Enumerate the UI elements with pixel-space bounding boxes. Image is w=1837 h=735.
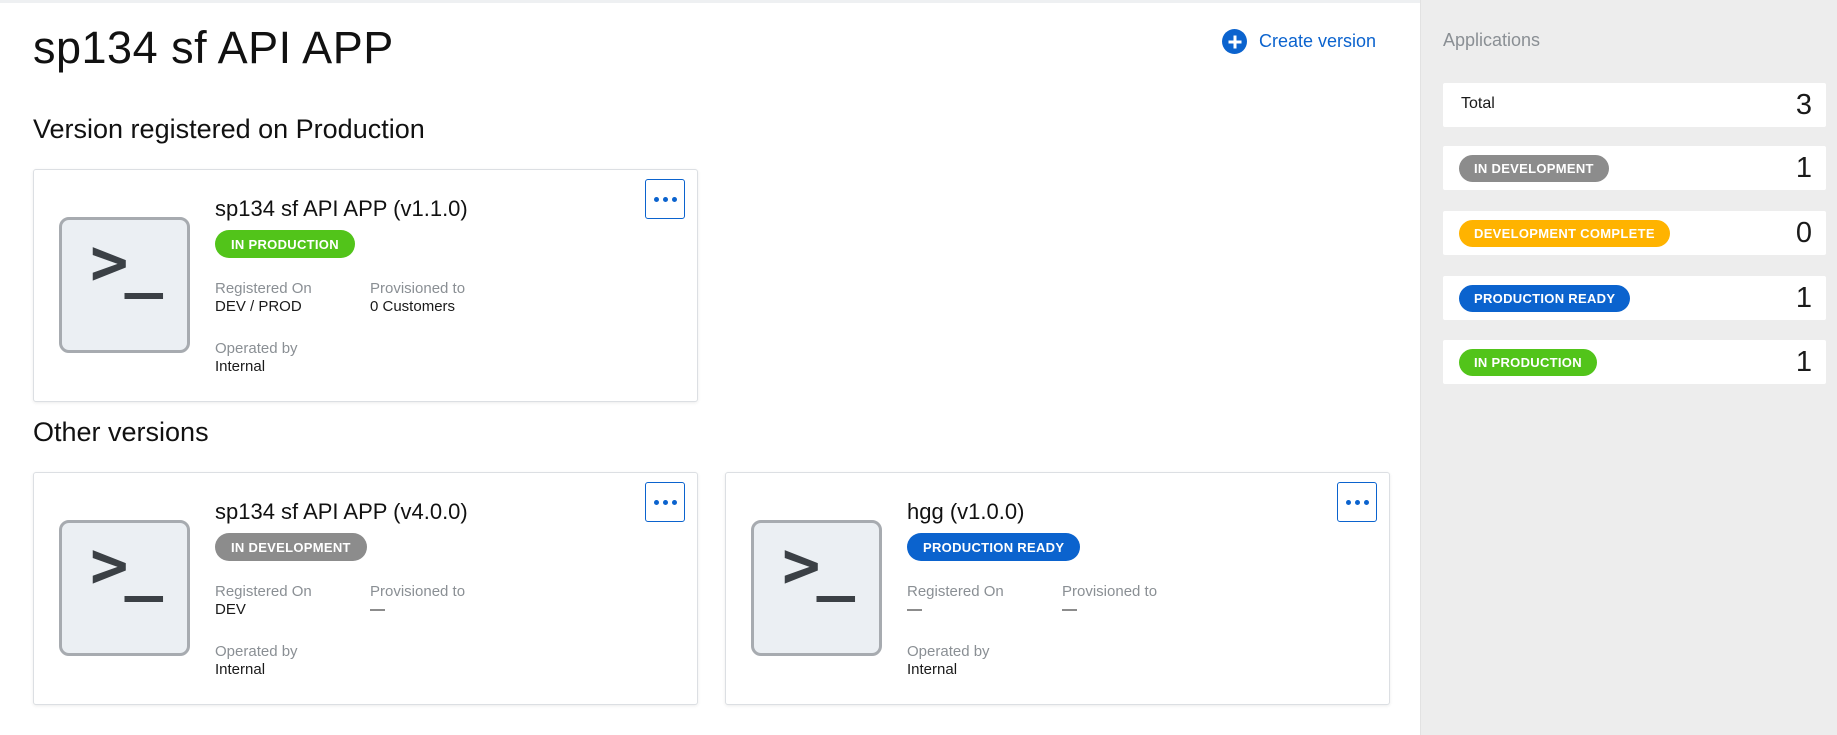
operated-by-value: Internal: [215, 358, 266, 375]
more-dot-icon: [653, 196, 659, 202]
more-dot-icon: [1345, 499, 1351, 505]
stat-row-in-development: IN DEVELOPMENT 1: [1443, 146, 1826, 190]
more-options-button[interactable]: [1337, 482, 1377, 522]
main-content: sp134 sf API APP Create version Version …: [0, 0, 1420, 735]
registered-on-label: Registered On: [215, 583, 312, 600]
more-dot-icon: [671, 196, 677, 202]
registered-on-label: Registered On: [215, 280, 312, 297]
stat-row-in-production: IN PRODUCTION 1: [1443, 340, 1826, 384]
provisioned-to-value: —: [1062, 601, 1077, 618]
stat-count: 0: [1795, 217, 1812, 249]
terminal-icon: >_: [59, 217, 190, 353]
provisioned-to-label: Provisioned to: [370, 280, 466, 297]
version-card[interactable]: >_ sp134 sf API APP (v4.0.0) IN DEVELOPM…: [33, 472, 698, 705]
stat-count: 1: [1795, 282, 1812, 314]
more-dot-icon: [1363, 499, 1369, 505]
terminal-glyph: >_: [89, 529, 163, 603]
more-dot-icon: [662, 196, 668, 202]
operated-by-value: Internal: [215, 661, 266, 678]
version-name[interactable]: sp134 sf API APP (v1.1.0): [215, 196, 468, 222]
status-badge: IN DEVELOPMENT: [215, 533, 367, 561]
status-badge: IN DEVELOPMENT: [1459, 155, 1609, 182]
terminal-glyph: >_: [89, 226, 163, 300]
total-label: Total: [1461, 95, 1495, 112]
page-title: sp134 sf API APP: [33, 22, 394, 73]
more-dot-icon: [1354, 499, 1360, 505]
create-version-label: Create version: [1259, 31, 1377, 51]
status-badge: IN PRODUCTION: [215, 230, 355, 258]
terminal-icon: >_: [59, 520, 190, 656]
stat-row-total: Total 3: [1443, 83, 1826, 127]
provisioned-to-label: Provisioned to: [1062, 583, 1158, 600]
create-version-button[interactable]: Create version: [1222, 29, 1376, 54]
production-section-title: Version registered on Production: [33, 114, 425, 144]
plus-circle-icon: [1222, 29, 1247, 54]
status-badge: DEVELOPMENT COMPLETE: [1459, 220, 1670, 247]
status-badge: PRODUCTION READY: [1459, 285, 1631, 312]
stat-count: 1: [1795, 152, 1812, 184]
more-options-button[interactable]: [645, 179, 685, 219]
version-card[interactable]: >_ sp134 sf API APP (v1.1.0) IN PRODUCTI…: [33, 169, 698, 402]
sidebar-title: Applications: [1443, 30, 1541, 50]
more-dot-icon: [662, 499, 668, 505]
more-dot-icon: [653, 499, 659, 505]
stat-row-development-complete: DEVELOPMENT COMPLETE 0: [1443, 211, 1826, 255]
terminal-icon: >_: [751, 520, 882, 656]
registered-on-label: Registered On: [907, 583, 1004, 600]
other-versions-section-title: Other versions: [33, 417, 209, 447]
more-options-button[interactable]: [645, 482, 685, 522]
status-badge: IN PRODUCTION: [1459, 349, 1597, 376]
registered-on-value: —: [907, 601, 922, 618]
operated-by-value: Internal: [907, 661, 958, 678]
more-dot-icon: [671, 499, 677, 505]
total-count: 3: [1795, 89, 1812, 121]
terminal-glyph: >_: [781, 529, 855, 603]
operated-by-label: Operated by: [215, 643, 298, 660]
registered-on-value: DEV: [215, 601, 246, 618]
application-page: sp134 sf API APP Create version Version …: [0, 0, 1837, 735]
top-divider: [0, 0, 1420, 3]
provisioned-to-label: Provisioned to: [370, 583, 466, 600]
version-name[interactable]: hgg (v1.0.0): [907, 499, 1024, 525]
version-card[interactable]: >_ hgg (v1.0.0) PRODUCTION READY Registe…: [725, 472, 1390, 705]
stat-row-production-ready: PRODUCTION READY 1: [1443, 276, 1826, 320]
operated-by-label: Operated by: [907, 643, 990, 660]
stat-count: 1: [1795, 346, 1812, 378]
operated-by-label: Operated by: [215, 340, 298, 357]
status-badge: PRODUCTION READY: [907, 533, 1081, 561]
provisioned-to-value: 0 Customers: [370, 298, 456, 315]
provisioned-to-value: —: [370, 601, 385, 618]
applications-sidebar: Applications Total 3 IN DEVELOPMENT 1 DE…: [1420, 0, 1837, 735]
version-name[interactable]: sp134 sf API APP (v4.0.0): [215, 499, 468, 525]
registered-on-value: DEV / PROD: [215, 298, 302, 315]
